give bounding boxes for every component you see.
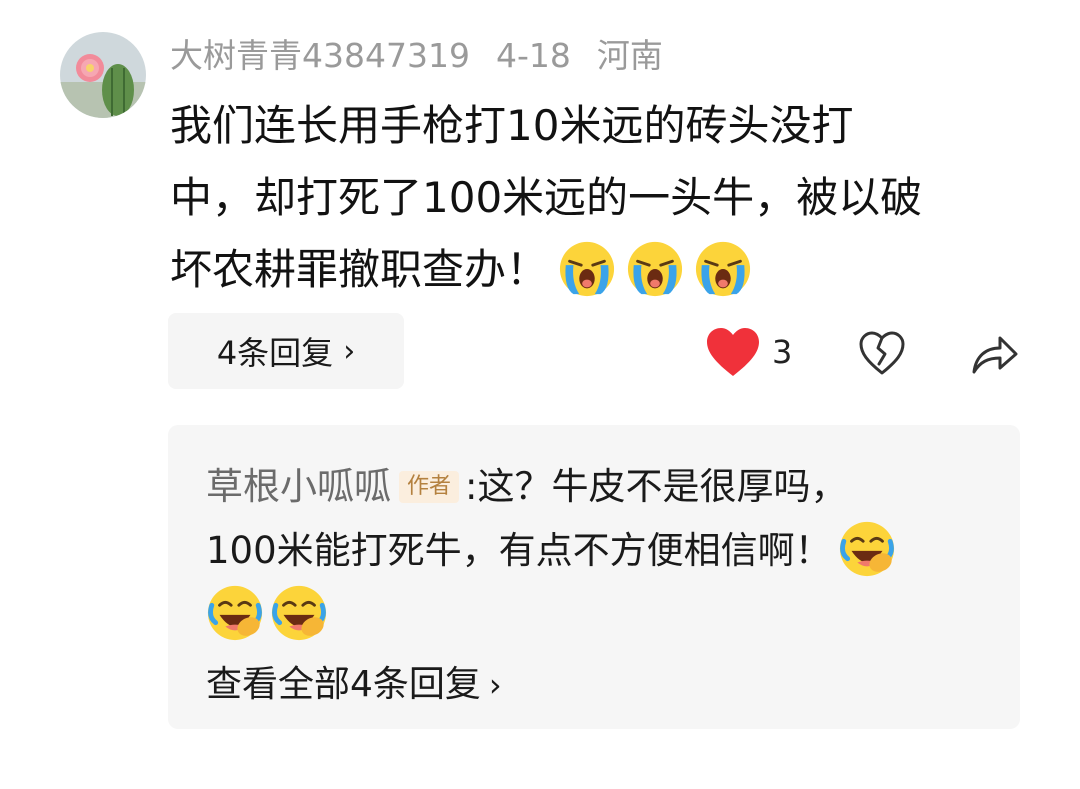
view-all-label: 查看全部4条回复 [206,664,481,705]
author-badge: 作者 [399,471,460,503]
comment-line: 我们连长用手枪打10米远的砖头没打 [170,101,854,150]
comment-meta: 大树青青43847319 4-18 河南 [170,34,689,78]
comment-line: 中，却打死了100米远的一头牛，被以破 [170,173,923,222]
laugh-cry-face-icon [839,521,894,576]
chevron-right-icon: › [488,666,502,704]
replies-button[interactable]: 4条回复 › [168,313,404,389]
crying-face-icon [559,241,615,296]
share-icon[interactable] [970,330,1020,376]
like-count: 3 [772,333,793,371]
reply-separator: : [465,465,478,508]
crying-face-icon [627,241,683,296]
reply-preview[interactable]: 草根小呱呱作者:这？牛皮不是很厚吗， 100米能打死牛，有点不方便相信啊！ [168,425,1020,729]
comment-location: 河南 [596,36,663,75]
username[interactable]: 大树青青43847319 [170,36,470,75]
laugh-cry-face-icon [207,585,263,640]
heart-icon[interactable] [705,326,761,378]
avatar[interactable] [60,32,146,118]
broken-heart-icon[interactable] [858,330,906,376]
reply-content: 100米能打死牛，有点不方便相信啊！ [206,529,832,572]
reply-username[interactable]: 草根小呱呱 [206,465,391,508]
reply-content: 这？牛皮不是很厚吗， [477,465,848,508]
chevron-right-icon: › [343,333,356,369]
replies-button-label: 4条回复 [216,334,334,372]
crying-face-icon [695,241,751,296]
view-all-replies-link[interactable]: 查看全部4条回复 › [206,661,502,709]
comment-line-last: 坏农耕罪撤职查办！ [170,234,1030,306]
comment-text: 我们连长用手枪打10米远的砖头没打 中，却打死了100米远的一头牛，被以破 坏农… [170,90,1030,306]
reply-text: 草根小呱呱 作者:这？牛皮不是很厚吗， 100米能打死牛，有点不方便相信啊！ [206,455,996,647]
comment-date: 4-18 [495,36,571,75]
laugh-cry-face-icon [271,585,327,640]
